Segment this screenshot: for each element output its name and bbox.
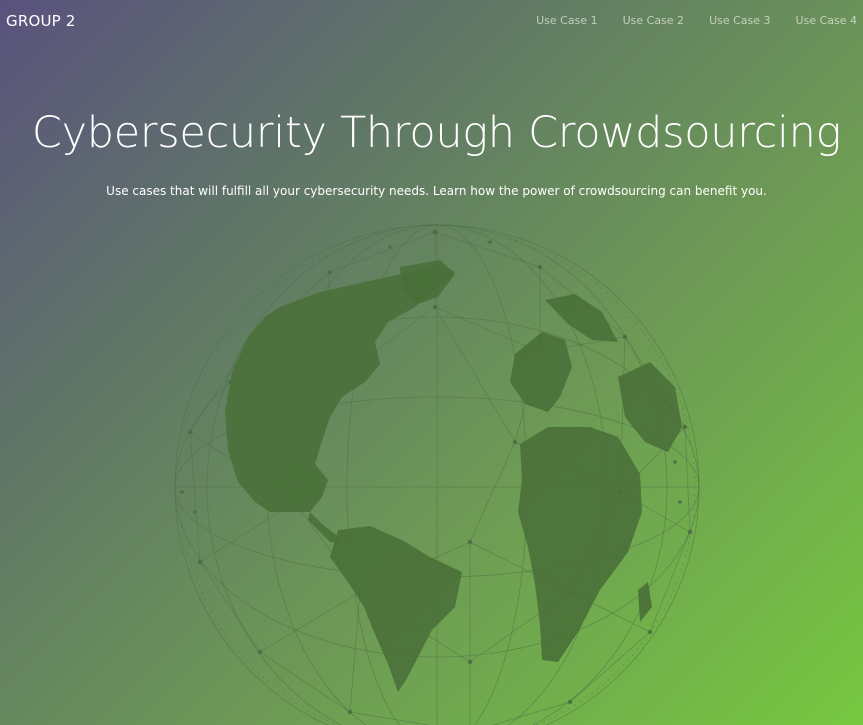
globe-graphic — [174, 224, 700, 725]
network-globe-icon — [170, 212, 704, 725]
nav-links: Use Case 1 Use Case 2 Use Case 3 Use Cas… — [536, 14, 857, 27]
top-navbar: GROUP 2 Use Case 1 Use Case 2 Use Case 3… — [0, 0, 863, 44]
nav-link-use-case-1[interactable]: Use Case 1 — [536, 14, 597, 27]
brand-logo-text[interactable]: GROUP 2 — [6, 12, 76, 30]
hero-subtitle: Use cases that will fulfill all your cyb… — [106, 184, 767, 198]
hero-title: Cybersecurity Through Crowdsourcing — [31, 108, 842, 158]
nav-link-use-case-3[interactable]: Use Case 3 — [709, 14, 770, 27]
nav-link-use-case-4[interactable]: Use Case 4 — [796, 14, 857, 27]
nav-link-use-case-2[interactable]: Use Case 2 — [623, 14, 684, 27]
